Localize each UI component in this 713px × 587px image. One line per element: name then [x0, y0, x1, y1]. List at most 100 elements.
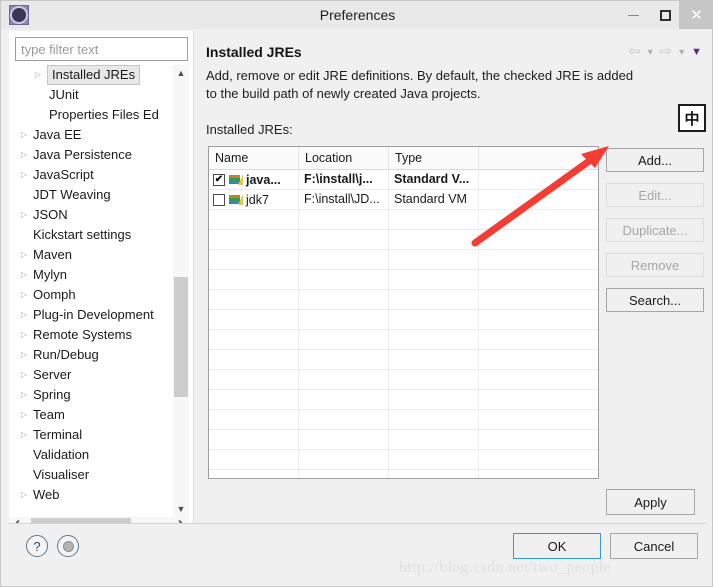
restore-defaults-icon[interactable]: [57, 535, 79, 557]
sidebar-item-run-debug[interactable]: ▷ Run/Debug: [9, 345, 173, 365]
remove-button[interactable]: Remove: [606, 253, 704, 277]
sidebar-item-web[interactable]: ▷ Web: [9, 485, 173, 499]
preferences-tree[interactable]: ▷ Installed JREs JUnit Properties Files Ed ▷…: [9, 65, 173, 499]
cell-location: F:\install\JD...: [299, 190, 389, 210]
table-row-empty[interactable]: [209, 350, 598, 370]
sidebar-item-remote-systems[interactable]: ▷ Remote Systems: [9, 325, 173, 345]
sidebar-item-java-ee[interactable]: ▷ Java EE: [9, 125, 173, 145]
cell-empty: [299, 390, 389, 410]
sidebar-item-visualiser[interactable]: Visualiser: [9, 465, 173, 485]
cell-type: Standard VM: [389, 190, 479, 210]
sidebar-item-label: Spring: [33, 387, 71, 402]
expand-triangle-icon[interactable]: ▷: [19, 125, 29, 145]
duplicate-button[interactable]: Duplicate...: [606, 218, 704, 242]
apply-button[interactable]: Apply: [606, 489, 695, 515]
sidebar-item-kickstart-settings[interactable]: Kickstart settings: [9, 225, 173, 245]
filter-input[interactable]: [15, 37, 188, 61]
sidebar-item-label: Run/Debug: [33, 347, 99, 362]
question-mark-icon[interactable]: ?: [26, 535, 48, 557]
table-row-empty[interactable]: [209, 470, 598, 478]
forward-menu-chevron-down-icon[interactable]: ▼: [677, 47, 686, 57]
table-row-empty[interactable]: [209, 250, 598, 270]
minimize-button[interactable]: [619, 1, 647, 29]
expand-triangle-icon[interactable]: ▷: [19, 165, 29, 185]
table-row[interactable]: ✔ java... F:\install\j... Standard V...: [209, 170, 598, 190]
table-row-empty[interactable]: [209, 410, 598, 430]
chevron-down-icon[interactable]: ▼: [173, 501, 189, 517]
table-row-empty[interactable]: [209, 290, 598, 310]
table-row-empty[interactable]: [209, 370, 598, 390]
expand-triangle-icon[interactable]: ▷: [19, 145, 29, 165]
view-menu-chevron-down-icon[interactable]: ▼: [691, 46, 702, 58]
cell-name[interactable]: jdk7: [209, 190, 299, 210]
cell-empty: [209, 210, 299, 230]
scrollbar-thumb[interactable]: [174, 277, 188, 397]
cell-empty: [389, 450, 479, 470]
expand-triangle-icon[interactable]: ▷: [19, 385, 29, 405]
table-body[interactable]: ✔ java... F:\install\j... Standard V... jdk7…: [209, 170, 598, 478]
expand-triangle-icon[interactable]: ▷: [19, 285, 29, 305]
sidebar-item-spring[interactable]: ▷ Spring: [9, 385, 173, 405]
table-row-empty[interactable]: [209, 430, 598, 450]
cell-empty: [389, 210, 479, 230]
table-row-empty[interactable]: [209, 330, 598, 350]
back-menu-chevron-down-icon[interactable]: ▼: [646, 47, 655, 57]
column-header-name[interactable]: Name: [209, 147, 299, 170]
expand-triangle-icon[interactable]: ▷: [19, 305, 29, 325]
table-row-empty[interactable]: [209, 270, 598, 290]
add-button[interactable]: Add...: [606, 148, 704, 172]
cancel-button[interactable]: Cancel: [610, 533, 698, 559]
sidebar-item-team[interactable]: ▷ Team: [9, 405, 173, 425]
edit-button[interactable]: Edit...: [606, 183, 704, 207]
expand-triangle-icon[interactable]: ▷: [33, 65, 43, 85]
sidebar-item-label: Installed JREs: [47, 65, 141, 85]
expand-triangle-icon[interactable]: ▷: [19, 205, 29, 225]
expand-triangle-icon[interactable]: ▷: [19, 325, 29, 345]
column-header-type[interactable]: Type: [389, 147, 479, 170]
sidebar-item-json[interactable]: ▷ JSON: [9, 205, 173, 225]
sidebar-item-java-persistence[interactable]: ▷ Java Persistence: [9, 145, 173, 165]
close-button[interactable]: ✕: [679, 1, 712, 29]
row-checkbox[interactable]: ✔: [213, 174, 225, 186]
expand-triangle-icon[interactable]: ▷: [19, 425, 29, 445]
cell-empty: [479, 290, 598, 310]
installed-jres-table[interactable]: Name Location Type ✔ java... F:\install\j...…: [208, 146, 599, 479]
sidebar-item-oomph[interactable]: ▷ Oomph: [9, 285, 173, 305]
sidebar-item-maven[interactable]: ▷ Maven: [9, 245, 173, 265]
tree-vertical-scrollbar[interactable]: ▲ ▼: [173, 65, 189, 517]
expand-triangle-icon[interactable]: ▷: [19, 365, 29, 385]
ok-button[interactable]: OK: [513, 533, 601, 559]
sidebar-item-label: Server: [33, 367, 72, 382]
table-row-empty[interactable]: [209, 390, 598, 410]
sidebar-item-installed-jres[interactable]: ▷ Installed JREs: [9, 65, 173, 85]
search-button[interactable]: Search...: [606, 288, 704, 312]
row-checkbox[interactable]: [213, 194, 225, 206]
installed-jres-label: Installed JREs:: [206, 122, 293, 137]
sidebar-item-mylyn[interactable]: ▷ Mylyn: [9, 265, 173, 285]
sidebar-item-junit[interactable]: JUnit: [9, 85, 173, 105]
expand-triangle-icon[interactable]: ▷: [19, 485, 29, 499]
expand-triangle-icon[interactable]: ▷: [19, 265, 29, 285]
expand-triangle-icon[interactable]: ▷: [19, 405, 29, 425]
back-arrow-icon[interactable]: ⇦: [628, 44, 641, 59]
sidebar-item-validation[interactable]: Validation: [9, 445, 173, 465]
maximize-button[interactable]: [651, 1, 679, 29]
expand-triangle-icon[interactable]: ▷: [19, 245, 29, 265]
chevron-up-icon[interactable]: ▲: [173, 65, 189, 81]
sidebar-item-jdt-weaving[interactable]: JDT Weaving: [9, 185, 173, 205]
sidebar-item-server[interactable]: ▷ Server: [9, 365, 173, 385]
table-row-empty[interactable]: [209, 450, 598, 470]
sidebar-item-properties-files-ed[interactable]: Properties Files Ed: [9, 105, 173, 125]
table-row-empty[interactable]: [209, 310, 598, 330]
sidebar-item-plug-in-development[interactable]: ▷ Plug-in Development: [9, 305, 173, 325]
expand-triangle-icon[interactable]: ▷: [19, 345, 29, 365]
sidebar-item-javascript[interactable]: ▷ JavaScript: [9, 165, 173, 185]
table-row-empty[interactable]: [209, 230, 598, 250]
cell-name[interactable]: ✔ java...: [209, 170, 299, 190]
sidebar-item-terminal[interactable]: ▷ Terminal: [9, 425, 173, 445]
table-row[interactable]: jdk7 F:\install\JD... Standard VM: [209, 190, 598, 210]
column-header-location[interactable]: Location: [299, 147, 389, 170]
forward-arrow-icon[interactable]: ⇨: [660, 44, 673, 59]
cell-empty: [299, 350, 389, 370]
table-row-empty[interactable]: [209, 210, 598, 230]
